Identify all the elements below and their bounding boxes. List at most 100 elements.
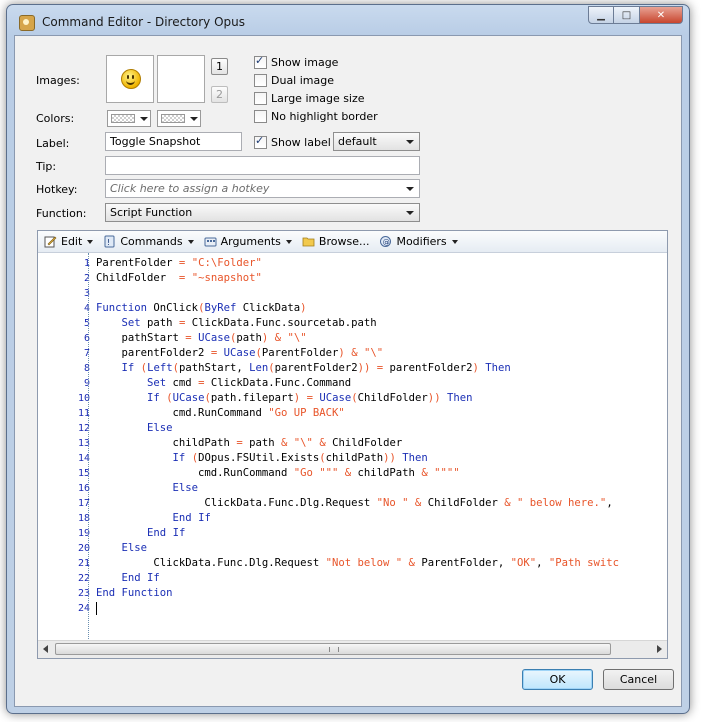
show-label-checkbox[interactable]: Show label	[254, 134, 331, 149]
tip-label: Tip:	[36, 160, 57, 173]
line-number: 6	[83, 333, 90, 344]
dual-image-checkbox[interactable]: Dual image	[254, 74, 334, 87]
scroll-right-icon[interactable]	[657, 645, 662, 653]
function-label: Function:	[36, 207, 87, 220]
code-line: End If	[121, 572, 160, 584]
chevron-down-icon	[406, 211, 414, 215]
line-number: 18	[77, 513, 90, 524]
line-number: 17	[77, 498, 90, 509]
image-slot-1-button[interactable]: 1	[211, 58, 228, 75]
line-number: 8	[83, 363, 90, 374]
chevron-down-icon	[187, 239, 194, 244]
show-image-check	[254, 54, 267, 69]
close-icon: ✕	[656, 9, 666, 21]
line-number: 11	[77, 408, 90, 419]
code-line: cmd.RunCommand "Go UP BACK"	[96, 407, 345, 419]
line-number: 4	[83, 303, 90, 314]
title-bar[interactable]: Command Editor - Directory Opus ▁ □ ✕	[7, 5, 689, 35]
no-highlight-border-check	[254, 110, 267, 123]
folder-icon	[302, 235, 315, 248]
code-line: If (UCase(path.filepart) = UCase(ChildFo…	[147, 392, 473, 404]
label-label: Label:	[36, 137, 70, 150]
label-input[interactable]: Toggle Snapshot	[105, 132, 242, 151]
window-title: Command Editor - Directory Opus	[42, 15, 246, 29]
line-number: 10	[77, 393, 90, 404]
commands-icon: !	[103, 235, 116, 248]
no-highlight-border-checkbox[interactable]: No highlight border	[254, 110, 378, 123]
line-number: 19	[77, 528, 90, 539]
code-line: End If	[172, 512, 211, 524]
chevron-down-icon	[140, 117, 148, 121]
arguments-icon	[204, 235, 217, 248]
image-slot-2-button[interactable]: 2	[211, 86, 228, 103]
ok-button[interactable]: OK	[522, 669, 593, 690]
show-image-checkbox[interactable]: Show image	[254, 54, 338, 69]
gutter-divider	[88, 253, 89, 641]
line-number: 15	[77, 468, 90, 479]
edit-menu-button[interactable]: Edit	[44, 235, 94, 248]
code-line: Else	[121, 542, 148, 554]
line-number: 21	[77, 558, 90, 569]
close-button[interactable]: ✕	[640, 6, 683, 24]
code-line: ChildFolder = "~snapshot"	[96, 272, 262, 284]
code-line: Else	[147, 422, 173, 434]
editor-toolbar: Edit ! Commands Arguments Browse... @ Mo…	[38, 231, 667, 253]
chevron-down-icon	[190, 117, 198, 121]
code-line: cmd.RunCommand "Go """ & childPath & """…	[96, 467, 460, 479]
modifiers-menu-button[interactable]: @ Modifiers	[379, 235, 458, 248]
directory-opus-icon	[19, 15, 35, 31]
background-color-swatch	[161, 114, 185, 123]
show-label-check	[254, 134, 267, 149]
modifiers-icon: @	[379, 235, 392, 248]
text-color-dropdown[interactable]	[107, 110, 151, 127]
line-number: 7	[83, 348, 90, 359]
function-type-dropdown[interactable]: Script Function	[105, 203, 420, 222]
image-slot-1-preview[interactable]	[106, 55, 154, 103]
images-label: Images:	[36, 74, 80, 87]
chevron-down-icon	[406, 140, 414, 144]
scroll-left-icon[interactable]	[43, 645, 48, 653]
code-line: childPath = path & "\" & ChildFolder	[96, 437, 403, 449]
tip-input[interactable]	[105, 156, 420, 175]
minimize-button[interactable]: ▁	[588, 6, 614, 24]
edit-icon	[44, 235, 57, 248]
text-caret	[96, 602, 97, 615]
colors-label: Colors:	[36, 112, 75, 125]
dialog-client-area: Images: 1 2 Show image Dual image Large …	[14, 35, 682, 707]
maximize-icon: □	[621, 9, 632, 21]
browse-button[interactable]: Browse...	[302, 235, 369, 248]
large-image-size-checkbox[interactable]: Large image size	[254, 92, 365, 105]
code-line: End If	[147, 527, 186, 539]
svg-text:@: @	[383, 239, 390, 247]
hotkey-label: Hotkey:	[36, 183, 78, 196]
horizontal-scrollbar[interactable]	[38, 640, 667, 658]
minimize-icon: ▁	[597, 9, 605, 21]
line-number: 16	[77, 483, 90, 494]
code-editor[interactable]: ParentFolder = "C:\Folder" ChildFolder = …	[96, 253, 667, 641]
commands-menu-button[interactable]: ! Commands	[103, 235, 194, 248]
code-line: Set cmd = ClickData.Func.Command	[147, 377, 352, 389]
code-line: ClickData.Func.Dlg.Request "No " & Child…	[96, 497, 613, 509]
chevron-down-icon	[406, 187, 414, 191]
maximize-button[interactable]: □	[614, 6, 640, 24]
line-number: 2	[83, 273, 90, 284]
smiley-icon	[121, 69, 141, 89]
hotkey-placeholder: Click here to assign a hotkey	[110, 182, 270, 195]
caption-buttons: ▁ □ ✕	[588, 6, 683, 24]
hotkey-field[interactable]: Click here to assign a hotkey	[105, 179, 420, 198]
label-style-dropdown[interactable]: default	[333, 132, 420, 151]
line-number: 14	[77, 453, 90, 464]
background-color-dropdown[interactable]	[157, 110, 201, 127]
cancel-button[interactable]: Cancel	[603, 669, 674, 690]
line-number: 23	[77, 588, 90, 599]
code-line: pathStart = UCase(path) & "\"	[96, 332, 307, 344]
line-number: 12	[77, 423, 90, 434]
line-number: 13	[77, 438, 90, 449]
text-color-swatch	[111, 114, 135, 123]
image-slot-2-preview[interactable]	[157, 55, 205, 103]
scrollbar-thumb[interactable]	[55, 643, 611, 655]
code-line: Set path = ClickData.Func.sourcetab.path	[121, 317, 377, 329]
line-number: 22	[77, 573, 90, 584]
arguments-menu-button[interactable]: Arguments	[204, 235, 292, 248]
line-number: 9	[83, 378, 90, 389]
